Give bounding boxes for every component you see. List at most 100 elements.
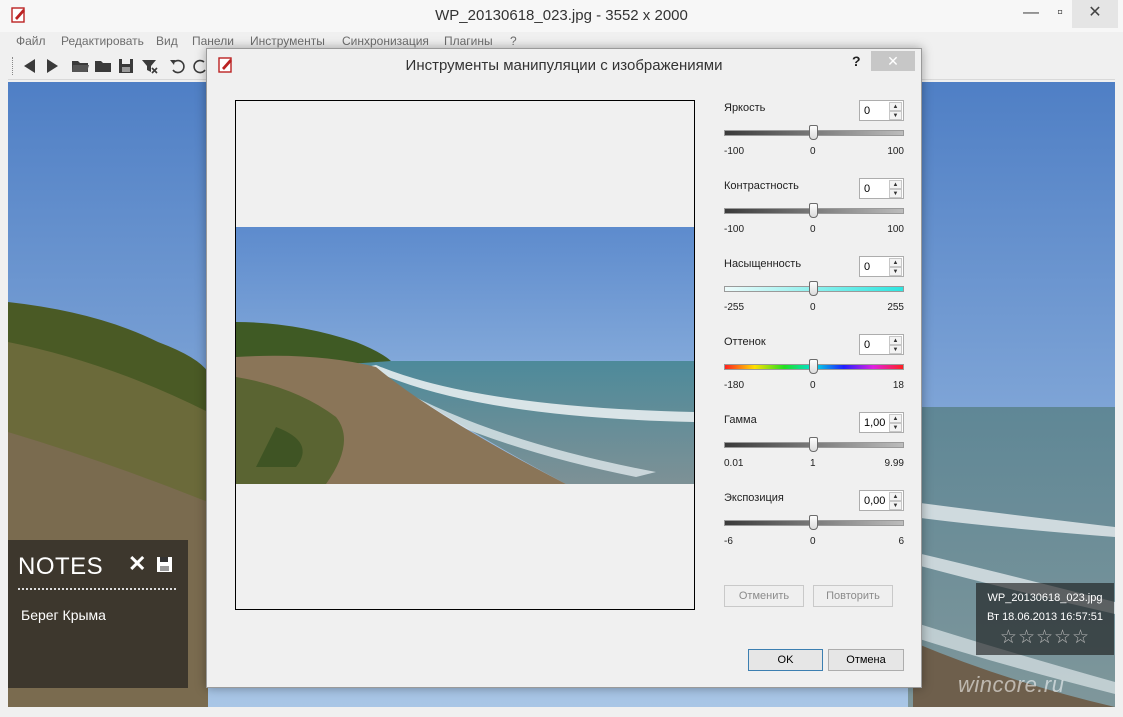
brightness-label: Яркость xyxy=(724,102,766,114)
back-arrow-icon[interactable] xyxy=(20,56,40,76)
gamma-control: Гамма 1,00 ▲ ▼ 0.01 1 9.99 xyxy=(724,410,906,488)
notes-divider xyxy=(18,588,176,590)
notes-title: NOTES xyxy=(18,553,104,580)
preview-image xyxy=(236,227,694,484)
saturation-input[interactable]: 0 ▲ ▼ xyxy=(859,256,904,277)
contrast-control: Контрастность 0 ▲ ▼ -100 0 100 xyxy=(724,176,906,254)
menu-help[interactable]: ? xyxy=(510,34,517,48)
open-folder-icon[interactable] xyxy=(70,56,90,76)
brightness-slider-thumb[interactable] xyxy=(809,125,818,140)
notes-text[interactable]: Берег Крыма xyxy=(21,607,106,623)
exposure-down-button[interactable]: ▼ xyxy=(889,501,902,510)
hue-max: 18 xyxy=(892,380,904,391)
window-title: WP_20130618_023.jpg - 3552 x 2000 xyxy=(435,7,688,24)
hue-label: Оттенок xyxy=(724,336,766,348)
contrast-mid: 0 xyxy=(810,224,816,235)
brightness-min: -100 xyxy=(724,146,745,157)
saturation-down-button[interactable]: ▼ xyxy=(889,267,902,276)
brightness-mid: 0 xyxy=(810,146,816,157)
hue-up-button[interactable]: ▲ xyxy=(889,336,902,345)
hue-mid: 0 xyxy=(810,380,816,391)
dialog-close-button[interactable]: ✕ xyxy=(871,51,915,71)
exposure-control: Экспозиция 0,00 ▲ ▼ -6 0 6 xyxy=(724,488,906,566)
gamma-min: 0.01 xyxy=(724,458,744,469)
gamma-input[interactable]: 1,00 ▲ ▼ xyxy=(859,412,904,433)
contrast-up-button[interactable]: ▲ xyxy=(889,180,902,189)
brightness-up-button[interactable]: ▲ xyxy=(889,102,902,111)
exposure-input[interactable]: 0,00 ▲ ▼ xyxy=(859,490,904,511)
info-datetime: Вт 18.06.2013 16:57:51 xyxy=(987,611,1103,623)
exposure-label: Экспозиция xyxy=(724,492,784,504)
menu-panels[interactable]: Панели xyxy=(192,34,234,48)
gamma-up-button[interactable]: ▲ xyxy=(889,414,902,423)
cancel-button[interactable]: Отмена xyxy=(828,649,904,671)
clear-icon[interactable] xyxy=(139,56,159,76)
gamma-value[interactable]: 1,00 xyxy=(864,417,885,429)
menu-tools[interactable]: Инструменты xyxy=(250,34,325,48)
preview-frame xyxy=(235,100,695,610)
forward-arrow-icon[interactable] xyxy=(42,56,62,76)
rating-stars[interactable]: ☆☆☆☆☆ xyxy=(976,626,1114,649)
exposure-min: -6 xyxy=(724,536,733,547)
exposure-max: 6 xyxy=(898,536,904,547)
toolbar-grip[interactable] xyxy=(12,57,15,75)
photo-info-panel: WP_20130618_023.jpg Вт 18.06.2013 16:57:… xyxy=(976,583,1114,655)
folder-icon[interactable] xyxy=(93,56,113,76)
gamma-slider-thumb[interactable] xyxy=(809,437,818,452)
saturation-control: Насыщенность 0 ▲ ▼ -255 0 255 xyxy=(724,254,906,332)
saturation-max: 255 xyxy=(887,302,904,313)
brightness-control: Яркость 0 ▲ ▼ -100 0 100 xyxy=(724,98,906,176)
saturation-label: Насыщенность xyxy=(724,258,802,270)
save-notes-icon[interactable] xyxy=(156,556,173,573)
saturation-up-button[interactable]: ▲ xyxy=(889,258,902,267)
notes-panel: NOTES ✕ Берег Крыма xyxy=(8,540,188,688)
exposure-mid: 0 xyxy=(810,536,816,547)
menu-file[interactable]: Файл xyxy=(16,34,46,48)
redo-button[interactable]: Повторить xyxy=(813,585,893,607)
brightness-value[interactable]: 0 xyxy=(864,105,870,117)
hue-min: -180 xyxy=(724,380,745,391)
image-tools-dialog: Инструменты манипуляции с изображениями … xyxy=(206,48,922,688)
menu-sync[interactable]: Синхронизация xyxy=(342,34,429,48)
hue-input[interactable]: 0 ▲ ▼ xyxy=(859,334,904,355)
gamma-down-button[interactable]: ▼ xyxy=(889,423,902,432)
contrast-input[interactable]: 0 ▲ ▼ xyxy=(859,178,904,199)
menu-plugins[interactable]: Плагины xyxy=(444,34,493,48)
hue-slider-thumb[interactable] xyxy=(809,359,818,374)
gamma-max: 9.99 xyxy=(884,458,904,469)
hue-value[interactable]: 0 xyxy=(864,339,870,351)
dialog-help-button[interactable]: ? xyxy=(852,53,861,69)
main-titlebar: WP_20130618_023.jpg - 3552 x 2000 — ▫ ✕ xyxy=(0,0,1123,32)
undo-button[interactable]: Отменить xyxy=(724,585,804,607)
contrast-value[interactable]: 0 xyxy=(864,183,870,195)
watermark: wincore.ru xyxy=(958,672,1065,697)
dialog-title: Инструменты манипуляции с изображениями xyxy=(405,57,723,74)
exposure-up-button[interactable]: ▲ xyxy=(889,492,902,501)
hue-control: Оттенок 0 ▲ ▼ -180 0 18 xyxy=(724,332,906,410)
info-filename: WP_20130618_023.jpg xyxy=(987,592,1103,604)
ok-button[interactable]: OK xyxy=(748,649,823,671)
contrast-slider-thumb[interactable] xyxy=(809,203,818,218)
close-notes-icon[interactable]: ✕ xyxy=(128,551,146,577)
hue-down-button[interactable]: ▼ xyxy=(889,345,902,354)
saturation-slider-thumb[interactable] xyxy=(809,281,818,296)
save-icon[interactable] xyxy=(116,56,136,76)
contrast-min: -100 xyxy=(724,224,745,235)
menu-edit[interactable]: Редактировать xyxy=(61,34,144,48)
menu-view[interactable]: Вид xyxy=(156,34,178,48)
brightness-input[interactable]: 0 ▲ ▼ xyxy=(859,100,904,121)
rotate-left-icon[interactable] xyxy=(168,56,188,76)
saturation-min: -255 xyxy=(724,302,745,313)
saturation-mid: 0 xyxy=(810,302,816,313)
gamma-mid: 1 xyxy=(810,458,816,469)
saturation-value[interactable]: 0 xyxy=(864,261,870,273)
exposure-value[interactable]: 0,00 xyxy=(864,495,885,507)
brightness-max: 100 xyxy=(887,146,904,157)
close-window-button[interactable]: ✕ xyxy=(1072,0,1118,28)
gamma-label: Гамма xyxy=(724,414,757,426)
contrast-max: 100 xyxy=(887,224,904,235)
exposure-slider-thumb[interactable] xyxy=(809,515,818,530)
brightness-down-button[interactable]: ▼ xyxy=(889,111,902,120)
contrast-down-button[interactable]: ▼ xyxy=(889,189,902,198)
contrast-label: Контрастность xyxy=(724,180,799,192)
